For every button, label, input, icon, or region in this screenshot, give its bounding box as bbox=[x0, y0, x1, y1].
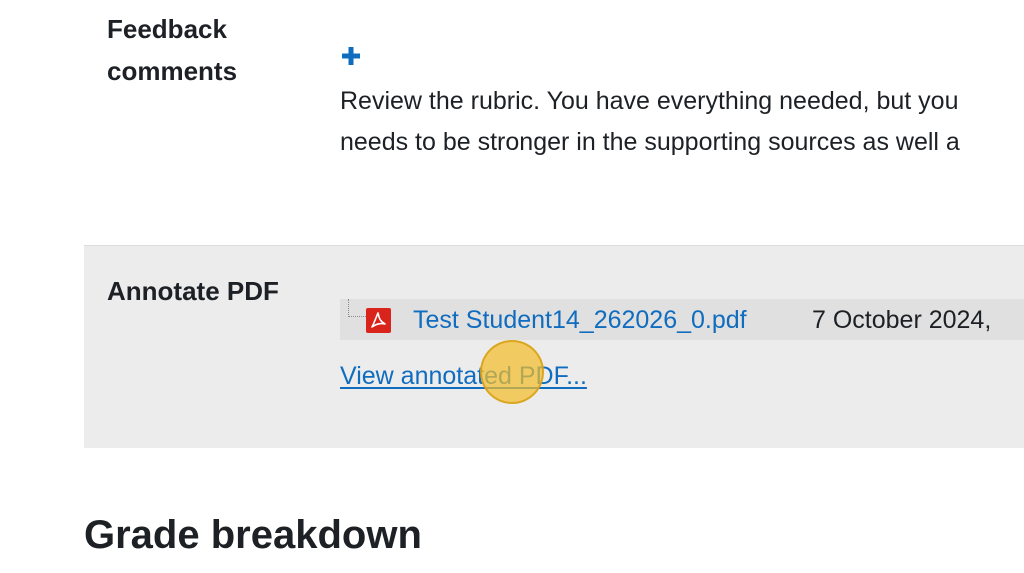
tree-connector bbox=[348, 299, 368, 317]
feedback-line-1: Review the rubric. You have everything n… bbox=[340, 87, 959, 115]
pdf-file-icon bbox=[366, 308, 391, 333]
view-annotated-pdf-link[interactable]: View annotated PDF... bbox=[340, 358, 587, 394]
submission-feedback-page: Feedback comments Review the rubric. You… bbox=[0, 0, 1024, 573]
grade-breakdown-heading: Grade breakdown bbox=[84, 513, 422, 557]
file-date: 7 October 2024, bbox=[812, 306, 992, 334]
annotate-pdf-label: Annotate PDF bbox=[107, 276, 279, 306]
feedback-comment-text: Review the rubric. You have everything n… bbox=[340, 81, 1024, 163]
feedback-comments-label: Feedback comments bbox=[107, 14, 238, 86]
pdf-file-link[interactable]: Test Student14_262026_0.pdf bbox=[413, 303, 747, 337]
file-tree-item: Test Student14_262026_0.pdf 7 October 20… bbox=[340, 299, 1024, 340]
plus-icon[interactable] bbox=[339, 44, 363, 68]
feedback-line-2: needs to be stronger in the supporting s… bbox=[340, 128, 960, 156]
